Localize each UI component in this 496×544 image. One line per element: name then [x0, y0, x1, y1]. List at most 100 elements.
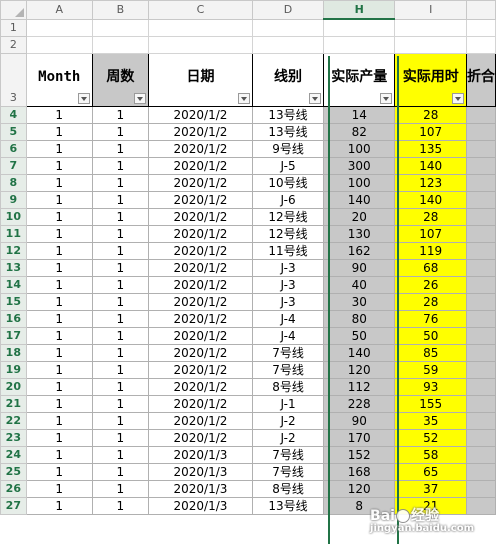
cell-partial[interactable] [465, 190, 496, 209]
cell-hours[interactable]: 26 [394, 275, 467, 294]
cell-partial[interactable] [465, 479, 496, 498]
cell-partial[interactable] [465, 258, 496, 277]
cell-hours[interactable]: 58 [394, 445, 467, 464]
cell-date[interactable]: 2020/1/2 [147, 377, 254, 396]
header-hours[interactable]: 实际用时 [394, 52, 467, 107]
filter-dropdown-icon[interactable] [451, 92, 464, 104]
cell-line[interactable]: 13号线 [252, 496, 324, 515]
cell-partial[interactable] [465, 139, 496, 158]
cell-week[interactable]: 1 [91, 394, 149, 413]
cell-output[interactable]: 300 [322, 156, 396, 175]
cell-week[interactable]: 1 [91, 156, 149, 175]
cell-month[interactable]: 1 [25, 241, 93, 260]
row-header[interactable]: 10 [0, 207, 27, 226]
cell-month[interactable]: 1 [25, 496, 93, 515]
cell-month[interactable]: 1 [25, 292, 93, 311]
cell[interactable] [252, 18, 324, 37]
cell-week[interactable]: 1 [91, 224, 149, 243]
row-header[interactable]: 13 [0, 258, 27, 277]
cell-month[interactable]: 1 [25, 122, 93, 141]
cell-partial[interactable] [465, 462, 496, 481]
cell-week[interactable]: 1 [91, 428, 149, 447]
cell-date[interactable]: 2020/1/2 [147, 258, 254, 277]
cell-output[interactable]: 120 [322, 479, 396, 498]
cell-output[interactable]: 40 [322, 275, 396, 294]
cell-month[interactable]: 1 [25, 326, 93, 345]
column-header-h[interactable]: H [322, 0, 396, 20]
cell-week[interactable]: 1 [91, 139, 149, 158]
row-header[interactable]: 21 [0, 394, 27, 413]
cell[interactable] [252, 35, 324, 54]
filter-dropdown-icon[interactable] [238, 92, 251, 104]
cell-week[interactable]: 1 [91, 326, 149, 345]
row-header[interactable]: 24 [0, 445, 27, 464]
cell-week[interactable]: 1 [91, 173, 149, 192]
header-week[interactable]: 周数 [91, 52, 149, 107]
cell-month[interactable]: 1 [25, 105, 93, 124]
cell-month[interactable]: 1 [25, 394, 93, 413]
cell[interactable] [147, 18, 254, 37]
row-header[interactable]: 17 [0, 326, 27, 345]
cell-line[interactable]: 12号线 [252, 207, 324, 226]
cell-week[interactable]: 1 [91, 241, 149, 260]
cell-date[interactable]: 2020/1/2 [147, 309, 254, 328]
cell-output[interactable]: 80 [322, 309, 396, 328]
cell-date[interactable]: 2020/1/2 [147, 275, 254, 294]
cell-date[interactable]: 2020/1/2 [147, 326, 254, 345]
cell-month[interactable]: 1 [25, 445, 93, 464]
cell-partial[interactable] [465, 105, 496, 124]
cell-week[interactable]: 1 [91, 360, 149, 379]
row-header[interactable]: 2 [0, 35, 27, 54]
cell-week[interactable]: 1 [91, 411, 149, 430]
filter-dropdown-icon[interactable] [309, 92, 321, 104]
cell-date[interactable]: 2020/1/2 [147, 360, 254, 379]
column-header-a[interactable]: A [25, 0, 93, 20]
cell-output[interactable]: 162 [322, 241, 396, 260]
cell-month[interactable]: 1 [25, 479, 93, 498]
cell-line[interactable]: J-3 [252, 275, 324, 294]
cell-line[interactable]: 7号线 [252, 462, 324, 481]
cell-week[interactable]: 1 [91, 309, 149, 328]
cell[interactable] [394, 18, 467, 37]
cell-hours[interactable]: 140 [394, 156, 467, 175]
header-line[interactable]: 线别 [252, 52, 324, 107]
cell-date[interactable]: 2020/1/2 [147, 173, 254, 192]
cell-hours[interactable]: 123 [394, 173, 467, 192]
cell-week[interactable]: 1 [91, 207, 149, 226]
cell-date[interactable]: 2020/1/2 [147, 156, 254, 175]
cell-hours[interactable]: 85 [394, 343, 467, 362]
cell-week[interactable]: 1 [91, 496, 149, 515]
row-header[interactable]: 1 [0, 18, 27, 37]
cell-line[interactable]: 11号线 [252, 241, 324, 260]
header-month[interactable]: Month [25, 52, 93, 107]
cell-hours[interactable]: 93 [394, 377, 467, 396]
cell-partial[interactable] [465, 241, 496, 260]
cell-partial[interactable] [465, 428, 496, 447]
cell[interactable] [465, 35, 496, 54]
cell-partial[interactable] [465, 173, 496, 192]
cell-output[interactable]: 140 [322, 190, 396, 209]
cell-output[interactable]: 82 [322, 122, 396, 141]
cell-month[interactable]: 1 [25, 377, 93, 396]
cell-month[interactable]: 1 [25, 173, 93, 192]
cell-line[interactable]: 12号线 [252, 224, 324, 243]
cell-partial[interactable] [465, 411, 496, 430]
cell-line[interactable]: J-5 [252, 156, 324, 175]
cell-output[interactable]: 140 [322, 343, 396, 362]
cell-output[interactable]: 50 [322, 326, 396, 345]
cell-week[interactable]: 1 [91, 462, 149, 481]
cell-partial[interactable] [465, 122, 496, 141]
cell-date[interactable]: 2020/1/3 [147, 479, 254, 498]
cell-month[interactable]: 1 [25, 258, 93, 277]
row-header[interactable]: 26 [0, 479, 27, 498]
filter-dropdown-icon[interactable] [77, 92, 90, 104]
row-header[interactable]: 8 [0, 173, 27, 192]
cell-output[interactable]: 14 [322, 105, 396, 124]
cell-month[interactable]: 1 [25, 309, 93, 328]
cell-line[interactable]: J-3 [252, 292, 324, 311]
row-header[interactable]: 4 [0, 105, 27, 124]
cell-date[interactable]: 2020/1/2 [147, 343, 254, 362]
cell-date[interactable]: 2020/1/2 [147, 190, 254, 209]
cell-partial[interactable] [465, 377, 496, 396]
cell-output[interactable]: 90 [322, 258, 396, 277]
